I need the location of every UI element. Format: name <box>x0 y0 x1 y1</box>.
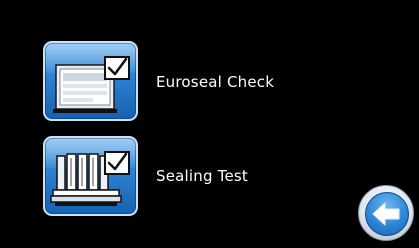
sealing-test-button[interactable] <box>43 136 138 216</box>
back-button[interactable] <box>358 185 414 241</box>
euroseal-check-label[interactable]: Euroseal Check <box>156 73 274 91</box>
back-arrow-icon <box>372 202 400 226</box>
euroseal-check-button[interactable] <box>43 41 138 121</box>
menu-screen: Euroseal Check Sealing Test <box>0 0 419 248</box>
euroseal-check-icon <box>53 56 130 113</box>
sealing-test-icon <box>50 151 130 206</box>
sealing-test-label[interactable]: Sealing Test <box>156 167 248 185</box>
